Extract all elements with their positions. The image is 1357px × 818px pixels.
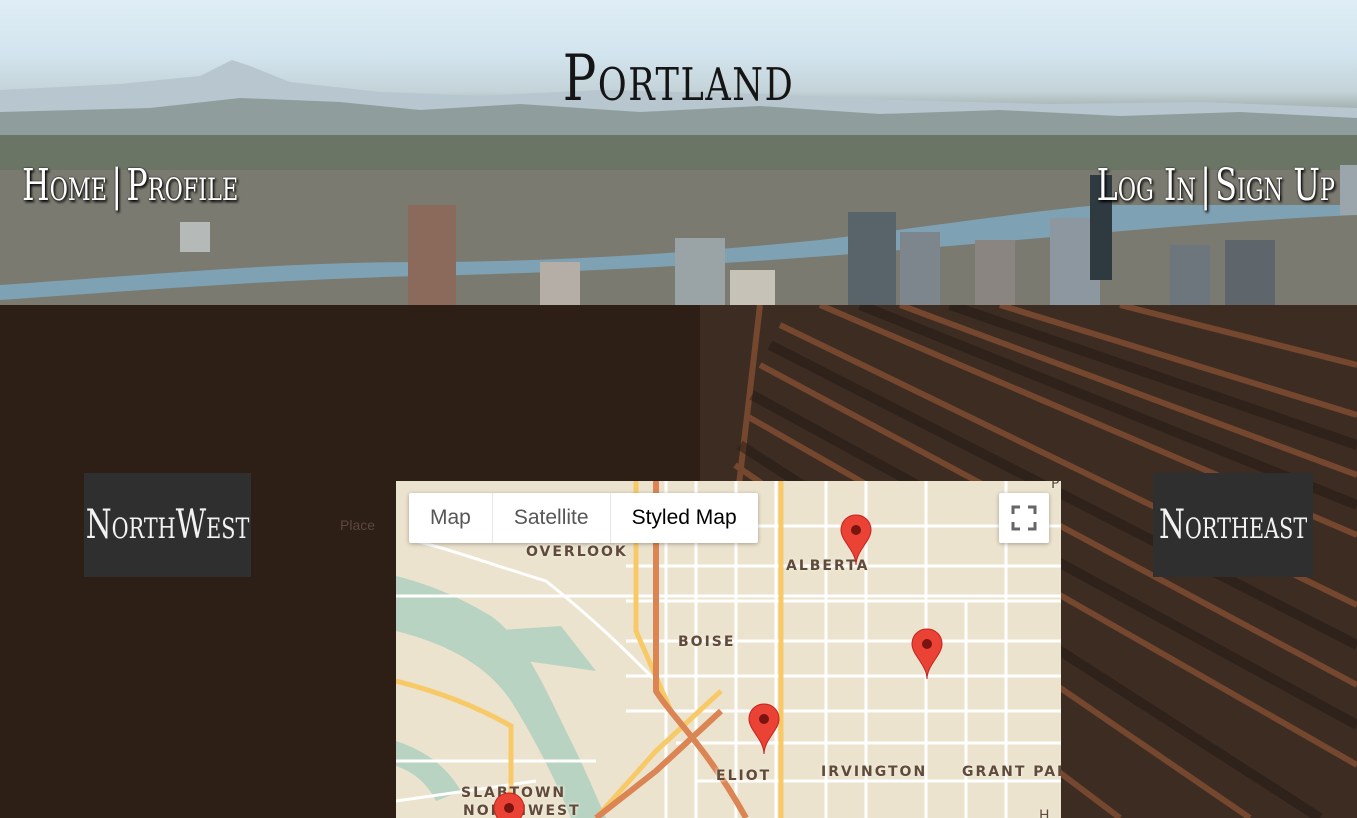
map-label-overlook: OVERLOOK bbox=[526, 544, 628, 560]
map-type-control: Map Satellite Styled Map bbox=[409, 493, 758, 543]
map-type-styled[interactable]: Styled Map bbox=[611, 493, 758, 543]
region-section: Place NorthWest Northeast Map Satellite … bbox=[0, 305, 1357, 818]
northwest-label: NorthWest bbox=[85, 502, 250, 548]
map-label-irvington: IRVINGTON bbox=[821, 764, 928, 780]
profile-link[interactable]: Profile bbox=[126, 160, 238, 211]
nav-separator: | bbox=[111, 160, 123, 211]
ghost-text: Place bbox=[340, 517, 376, 533]
hero-banner: Portland Home|Profile Log In|Sign Up bbox=[0, 0, 1357, 305]
map-pin-icon bbox=[493, 792, 525, 818]
map-label-boise: BOISE bbox=[678, 634, 736, 650]
primary-nav: Home|Profile bbox=[22, 160, 238, 211]
signup-link[interactable]: Sign Up bbox=[1215, 160, 1335, 211]
map-marker[interactable] bbox=[910, 627, 944, 681]
map-type-map[interactable]: Map bbox=[409, 493, 493, 543]
nav-separator: | bbox=[1200, 160, 1212, 211]
map-label-edge-h: H bbox=[1039, 808, 1052, 818]
map-label-edge-p: P bbox=[1051, 481, 1061, 492]
map-marker[interactable] bbox=[492, 791, 526, 818]
map-marker[interactable] bbox=[747, 702, 781, 756]
home-link[interactable]: Home bbox=[22, 160, 107, 211]
fullscreen-button[interactable] bbox=[999, 493, 1049, 543]
map-marker[interactable] bbox=[839, 513, 873, 567]
map-pin-icon bbox=[840, 514, 872, 566]
northeast-button[interactable]: Northeast bbox=[1153, 473, 1313, 577]
northeast-label: Northeast bbox=[1158, 502, 1308, 548]
map-pin-icon bbox=[748, 703, 780, 755]
map-widget[interactable]: Map Satellite Styled Map OVERLOOK ALBERT… bbox=[396, 481, 1061, 818]
map-label-eliot: ELIOT bbox=[716, 768, 772, 784]
map-pin-icon bbox=[911, 628, 943, 680]
northwest-button[interactable]: NorthWest bbox=[84, 473, 251, 577]
account-nav: Log In|Sign Up bbox=[1097, 160, 1335, 211]
fullscreen-icon bbox=[1011, 505, 1037, 531]
site-title: Portland bbox=[562, 42, 795, 116]
map-label-grant-park: GRANT PAR bbox=[962, 764, 1061, 780]
map-type-satellite[interactable]: Satellite bbox=[493, 493, 611, 543]
login-link[interactable]: Log In bbox=[1097, 160, 1196, 211]
